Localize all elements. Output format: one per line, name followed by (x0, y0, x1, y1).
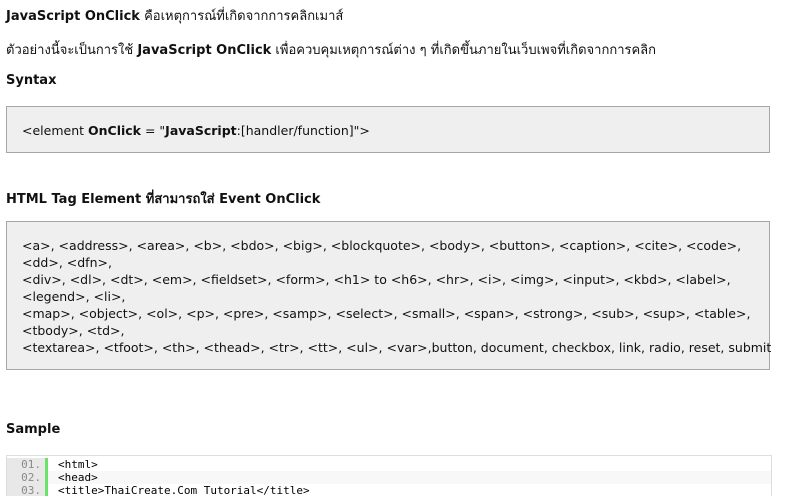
code-line-text: <head> (48, 471, 771, 484)
intro-description: ตัวอย่างนี้จะเป็นการใช้ JavaScript OnCli… (6, 39, 656, 60)
sample-code-block: 01. <html> 02. <head> 03. <title>ThaiCre… (6, 455, 772, 496)
syntax-mid: = " (141, 123, 166, 138)
code-line-number: 03. (7, 484, 45, 496)
code-line-number: 02. (7, 471, 45, 484)
tags-line: <textarea>, <tfoot>, <th>, <thead>, <tr>… (22, 340, 772, 355)
tags-line: <tbody>, <td>, (22, 323, 125, 338)
tags-line: <legend>, <li>, (22, 289, 126, 304)
syntax-javascript: JavaScript (165, 123, 237, 138)
syntax-code: <element OnClick = "JavaScript:[handler/… (7, 107, 769, 139)
code-line: 03. <title>ThaiCreate.Com Tutorial</titl… (7, 484, 771, 496)
intro-desc-keyword: JavaScript OnClick (137, 43, 272, 58)
syntax-post: :[handler/function]"> (236, 123, 370, 138)
intro-title-text: คือเหตุการณ์ที่เกิดจากการคลิกเมาส์ (139, 9, 344, 24)
intro-desc-post: เพื่อควบคุมเหตุการณ์ต่าง ๆ ที่เกิดขึ้นภา… (271, 43, 657, 58)
sample-heading: Sample (6, 422, 61, 437)
code-line-number: 01. (7, 458, 45, 471)
intro-title: JavaScript OnClick คือเหตุการณ์ที่เกิดจา… (6, 5, 343, 26)
syntax-box: <element OnClick = "JavaScript:[handler/… (6, 106, 770, 153)
intro-title-keyword: JavaScript OnClick (6, 9, 140, 24)
code-line: 01. <html> (7, 458, 771, 471)
code-line-text: <title>ThaiCreate.Com Tutorial</title> (58, 484, 310, 496)
tags-list: <a>, <address>, <area>, <b>, <bdo>, <big… (7, 222, 772, 356)
syntax-pre: <element (22, 123, 88, 138)
tags-heading: HTML Tag Element ที่สามารถใส่ Event OnCl… (6, 192, 321, 207)
syntax-onclick: OnClick (88, 123, 141, 138)
code-line-text: <html> (58, 458, 98, 471)
tags-line: <map>, <object>, <ol>, <p>, <pre>, <samp… (22, 306, 751, 321)
tags-line: <div>, <dl>, <dt>, <em>, <fieldset>, <fo… (22, 272, 731, 287)
tags-line: <dd>, <dfn>, (22, 255, 112, 270)
tags-line: <a>, <address>, <area>, <b>, <bdo>, <big… (22, 238, 742, 253)
code-line: 02. <head> (7, 471, 771, 484)
syntax-heading: Syntax (6, 73, 57, 88)
intro-desc-pre: ตัวอย่างนี้จะเป็นการใช้ (6, 43, 138, 58)
tags-box: <a>, <address>, <area>, <b>, <bdo>, <big… (6, 221, 772, 370)
